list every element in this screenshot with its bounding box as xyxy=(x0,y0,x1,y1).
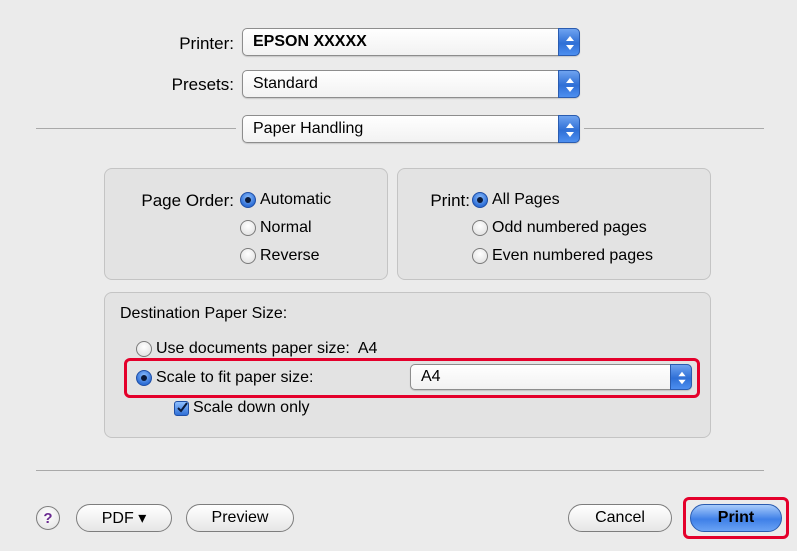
radio-page-order-reverse[interactable]: Reverse xyxy=(240,247,320,265)
print-dialog: Printer: EPSON XXXXX Presets: Standard P… xyxy=(0,0,797,551)
radio-icon xyxy=(240,248,256,264)
radio-page-order-automatic[interactable]: Automatic xyxy=(240,191,331,209)
page-order-label: Page Order: xyxy=(141,191,234,210)
radio-selected-icon xyxy=(240,192,256,208)
print-button-highlight xyxy=(683,497,789,539)
radio-selected-icon xyxy=(472,192,488,208)
radio-use-documents-paper-size[interactable]: Use documents paper size: A4 xyxy=(136,340,377,358)
presets-value: Standard xyxy=(253,75,318,92)
radio-label: All Pages xyxy=(492,191,560,208)
print-range-label: Print: xyxy=(430,191,470,210)
radio-print-odd-pages[interactable]: Odd numbered pages xyxy=(472,219,647,237)
separator-left xyxy=(36,128,236,129)
preview-button[interactable]: Preview xyxy=(186,504,294,532)
popup-arrows-icon xyxy=(558,28,580,56)
popup-arrows-icon xyxy=(558,115,580,143)
destination-title: Destination Paper Size: xyxy=(120,305,288,322)
radio-icon xyxy=(472,248,488,264)
radio-label: Normal xyxy=(260,219,312,236)
checkbox-scale-down-only[interactable]: Scale down only xyxy=(174,399,310,417)
radio-label: Automatic xyxy=(260,191,332,208)
documents-paper-size-value: A4 xyxy=(357,340,378,357)
popup-arrows-icon xyxy=(558,70,580,98)
checkbox-label: Scale down only xyxy=(193,399,310,416)
checkmark-icon xyxy=(174,400,189,416)
printer-popup[interactable]: EPSON XXXXX xyxy=(242,28,580,56)
radio-print-all-pages[interactable]: All Pages xyxy=(472,191,560,209)
scale-to-fit-highlight xyxy=(124,358,700,398)
printer-label: Printer: xyxy=(179,34,234,53)
presets-label: Presets: xyxy=(171,75,234,94)
radio-icon xyxy=(472,220,488,236)
pdf-button[interactable]: PDF ▾ xyxy=(76,504,172,532)
radio-label: Reverse xyxy=(260,247,320,264)
radio-icon xyxy=(240,220,256,236)
radio-icon xyxy=(136,341,152,357)
radio-page-order-normal[interactable]: Normal xyxy=(240,219,312,237)
help-button[interactable]: ? xyxy=(36,506,60,530)
radio-print-even-pages[interactable]: Even numbered pages xyxy=(472,247,653,265)
cancel-button[interactable]: Cancel xyxy=(568,504,672,532)
presets-popup[interactable]: Standard xyxy=(242,70,580,98)
separator-right xyxy=(584,128,764,129)
footer-separator xyxy=(36,470,764,471)
printer-value: EPSON XXXXX xyxy=(253,33,367,50)
radio-label: Use documents paper size: xyxy=(156,340,350,357)
section-popup[interactable]: Paper Handling xyxy=(242,115,580,143)
section-value: Paper Handling xyxy=(253,120,364,137)
radio-label: Odd numbered pages xyxy=(492,219,647,236)
radio-label: Even numbered pages xyxy=(492,247,653,264)
